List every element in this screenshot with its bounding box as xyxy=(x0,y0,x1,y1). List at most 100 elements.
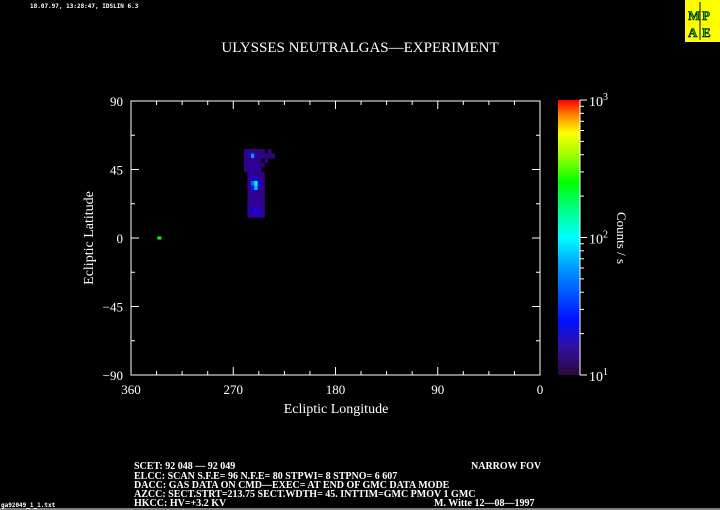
timestamp-line: 18.07.97, 13:28:47, IDSLIN 6.3 xyxy=(30,3,139,10)
heatmap-cell xyxy=(250,148,255,154)
heatmap-cell xyxy=(244,148,248,154)
heatmap-cell xyxy=(257,203,262,209)
heatmap-cell xyxy=(250,208,255,214)
heatmap-cell xyxy=(254,171,258,177)
heatmap-cell xyxy=(250,176,255,182)
filename: ga92049_1_1.txt xyxy=(1,502,56,509)
heatmap-cell xyxy=(257,167,262,173)
colorbar-label: Counts / s xyxy=(614,212,629,264)
heatmap-cell xyxy=(254,167,258,173)
heatmap-cell xyxy=(257,199,262,205)
heatmap-cell xyxy=(254,208,258,214)
heatmap-cell xyxy=(250,158,255,163)
heatmap-cell xyxy=(247,199,252,205)
y-tick-label: 45 xyxy=(110,163,123,178)
heatmap-cell xyxy=(247,203,252,209)
heatmap-cell xyxy=(254,203,258,209)
heatmap-cell xyxy=(247,176,252,182)
heatmap-cell xyxy=(254,176,258,182)
heatmap-cell xyxy=(250,194,255,200)
colorbar-tick-label: 103 xyxy=(589,92,608,110)
axis-ticks: 90 45 0 −45 −90360 270 180 90 0 xyxy=(103,94,544,397)
heatmap-cell xyxy=(247,167,252,173)
heatmap-cell xyxy=(250,212,255,218)
heatmap-cell xyxy=(257,162,262,168)
heatmap-cell xyxy=(261,153,265,159)
heatmap-cell xyxy=(254,162,258,168)
heatmap-cell xyxy=(257,153,262,159)
chart-title: ULYSSES NEUTRALGAS—EXPERIMENT xyxy=(221,40,498,56)
heatmap-cell xyxy=(261,199,265,205)
heatmap-cell xyxy=(244,158,248,163)
heatmap-cell xyxy=(250,171,255,177)
heatmap-cell xyxy=(267,153,272,159)
heatmap-cell xyxy=(261,148,265,154)
heatmap-cell xyxy=(244,162,248,168)
heatmap-cell xyxy=(267,148,272,154)
heatmap-cell xyxy=(250,190,255,195)
svg-text:M: M xyxy=(688,8,700,23)
x-tick-label: 0 xyxy=(537,382,544,397)
heatmap-cell xyxy=(247,148,252,154)
heatmap-cell xyxy=(247,190,252,195)
heatmap-cell xyxy=(261,185,265,191)
x-tick-label: 90 xyxy=(431,382,444,397)
heatmap-cell xyxy=(250,153,255,159)
x-tick-label: 180 xyxy=(326,382,346,397)
heatmap-cell xyxy=(254,199,258,205)
data-point xyxy=(157,236,162,240)
heatmap-cell xyxy=(257,176,262,182)
heatmap-cell xyxy=(257,171,262,177)
y-tick-label: −45 xyxy=(103,300,123,315)
heatmap-cell xyxy=(261,190,265,195)
heatmap-cell xyxy=(250,203,255,209)
svg-text:A: A xyxy=(688,25,698,40)
heatmap-cell xyxy=(261,162,265,168)
heatmap-cell xyxy=(261,212,265,218)
heatmap-cell xyxy=(254,190,258,195)
colorbar-tick-label: 101 xyxy=(589,367,608,385)
y-tick-label: 0 xyxy=(117,231,124,246)
plot-frame xyxy=(130,100,541,376)
heatmap-cell xyxy=(250,199,255,205)
y-tick-label: −90 xyxy=(103,368,123,383)
heatmap-cell xyxy=(261,176,265,182)
heatmap-cell xyxy=(250,167,255,173)
heatmap-cell xyxy=(254,153,258,159)
y-tick-label: 90 xyxy=(110,94,123,109)
heatmap-cell xyxy=(261,194,265,200)
svg-text:P: P xyxy=(702,8,710,23)
heatmap-cell xyxy=(247,185,252,191)
heatmap-cell xyxy=(254,212,258,218)
heatmap-cell xyxy=(261,203,265,209)
author-date: M. Witte 12—08—1997 xyxy=(434,498,534,509)
heatmap-cell xyxy=(250,185,255,191)
colorbar-ticks: 103 102 101 xyxy=(580,92,608,385)
colorbar xyxy=(558,100,580,375)
heatmap-cell xyxy=(247,162,252,168)
fov-label: NARROW FOV xyxy=(471,461,542,472)
heatmap-cell xyxy=(257,185,262,191)
heatmap-cell xyxy=(244,167,248,173)
x-axis-label: Ecliptic Longitude xyxy=(284,402,389,417)
heatmap-cell xyxy=(254,180,258,186)
heatmap-cell xyxy=(271,153,276,159)
plot-canvas: 18.07.97, 13:28:47, IDSLIN 6.3 M P A E U… xyxy=(0,0,720,510)
svg-text:E: E xyxy=(702,25,711,40)
heatmap-cell xyxy=(257,208,262,214)
heatmap-cell xyxy=(257,194,262,200)
heatmap-cell xyxy=(257,212,262,218)
heatmap-cell xyxy=(247,194,252,200)
heatmap-cell xyxy=(254,158,258,163)
plot-window: 18.07.97, 13:28:47, IDSLIN 6.3 M P A E U… xyxy=(0,0,720,510)
heatmap-cell xyxy=(261,171,265,177)
x-tick-label: 360 xyxy=(121,382,141,397)
heatmap-cells xyxy=(157,148,276,240)
y-axis-label: Ecliptic Latitude xyxy=(82,191,97,285)
heatmap-cell xyxy=(257,158,262,163)
heatmap-cell xyxy=(257,190,262,195)
heatmap-cell xyxy=(254,194,258,200)
info-block: SCET: 92 048 — 92 049 ELCC: SCAN S.F.E= … xyxy=(134,461,542,509)
heatmap-cell xyxy=(264,158,269,163)
heatmap-cell xyxy=(247,153,252,159)
